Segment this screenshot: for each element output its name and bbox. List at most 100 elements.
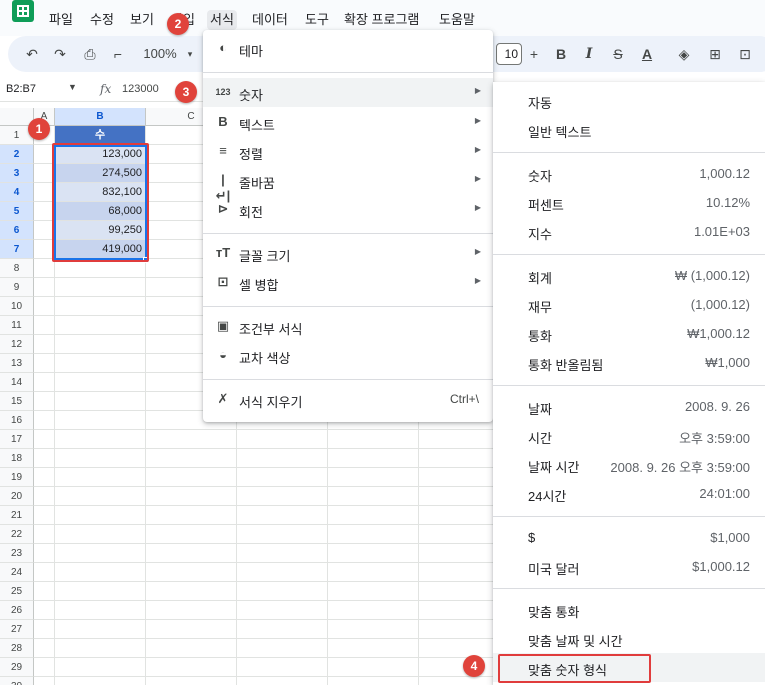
number-format-option[interactable]: 통화 반올림됨 ₩1,000 [493,348,765,377]
cell-a[interactable] [34,145,55,164]
cell-a[interactable] [34,354,55,373]
sheets-logo-icon[interactable] [12,0,34,22]
row-header[interactable]: 16 [0,411,34,430]
number-format-option[interactable]: 시간 오후 3:59:00 [493,421,765,450]
cell-d[interactable] [237,449,328,468]
number-format-option[interactable]: 24시간 24:01:00 [493,479,765,508]
cell-a[interactable] [34,544,55,563]
row-header[interactable]: 3 [0,164,34,183]
cell-d[interactable] [237,430,328,449]
cell-b[interactable] [55,620,146,639]
cell-c[interactable] [146,563,237,582]
zoom-caret-icon[interactable]: ▾ [184,44,196,64]
cell-c[interactable] [146,658,237,677]
cell-c[interactable] [146,677,237,685]
cell-c[interactable] [146,468,237,487]
number-format-option[interactable]: 자동 [493,86,765,115]
cell-c[interactable] [146,430,237,449]
name-box-caret-icon[interactable]: ▼ [68,82,77,92]
row-header[interactable]: 25 [0,582,34,601]
cell-b[interactable] [55,544,146,563]
format-menu-item[interactable]: B 텍스트 ▶ [203,108,493,137]
row-header[interactable]: 13 [0,354,34,373]
cell-d[interactable] [237,506,328,525]
cell-b[interactable] [55,259,146,278]
cell-c[interactable] [146,582,237,601]
cell-a[interactable] [34,506,55,525]
cell-c[interactable] [146,487,237,506]
cell-a[interactable] [34,202,55,221]
row-header[interactable]: 26 [0,601,34,620]
cell-a[interactable] [34,164,55,183]
cell-d[interactable] [237,582,328,601]
row-header[interactable]: 20 [0,487,34,506]
cell-a[interactable] [34,525,55,544]
cell-a[interactable] [34,677,55,685]
cell-a[interactable] [34,335,55,354]
cell-d[interactable] [237,468,328,487]
cell-e[interactable] [328,582,419,601]
merge-cells-icon[interactable]: ⊡ [736,44,754,64]
format-menu-item[interactable]: ⊳ 회전 ▶ [203,195,493,224]
row-header[interactable]: 27 [0,620,34,639]
cell-b[interactable] [55,297,146,316]
cell-e[interactable] [328,563,419,582]
cell-d[interactable] [237,677,328,685]
cell-b[interactable] [55,677,146,685]
number-format-option[interactable]: 지수 1.01E+03 [493,217,765,246]
number-format-option[interactable]: 회계 ₩ (1,000.12) [493,261,765,290]
cell-a[interactable] [34,221,55,240]
cell-b[interactable] [55,658,146,677]
cell-d[interactable] [237,601,328,620]
row-header[interactable]: 28 [0,639,34,658]
row-header[interactable]: 10 [0,297,34,316]
row-header[interactable]: 21 [0,506,34,525]
number-format-option[interactable]: 날짜 시간 2008. 9. 26 오후 3:59:00 [493,450,765,479]
cell-a[interactable] [34,487,55,506]
cell-a[interactable] [34,183,55,202]
row-header[interactable]: 14 [0,373,34,392]
number-format-option[interactable]: 미국 달러 $1,000.12 [493,552,765,581]
row-header[interactable]: 7 [0,240,34,259]
row-header[interactable]: 11 [0,316,34,335]
paint-format-icon[interactable]: ⌐ [108,44,128,64]
row-header[interactable]: 24 [0,563,34,582]
format-menu-item[interactable]: ✗ 서식 지우기 Ctrl+\ [203,385,493,414]
font-size-increase-icon[interactable]: + [524,44,544,64]
cell-c[interactable] [146,525,237,544]
cell-b-value[interactable]: 68,000 [55,202,146,221]
row-header[interactable]: 8 [0,259,34,278]
menu-edit[interactable]: 수정 [87,10,117,30]
format-menu-item[interactable]: ◒ 교차 색상 [203,341,493,370]
cell-c[interactable] [146,639,237,658]
row-header[interactable]: 2 [0,145,34,164]
cell-e[interactable] [328,544,419,563]
format-menu-item[interactable]: 123 숫자 ▶ [203,78,493,107]
cell-b[interactable] [55,373,146,392]
cell-a[interactable] [34,639,55,658]
cell-c[interactable] [146,620,237,639]
number-format-option[interactable]: 퍼센트 10.12% [493,188,765,217]
cell-a[interactable] [34,373,55,392]
zoom-select[interactable]: 100% [140,44,180,64]
text-color-button[interactable]: A [638,44,656,64]
cell-b[interactable] [55,563,146,582]
row-header[interactable]: 29 [0,658,34,677]
cell-b[interactable] [55,316,146,335]
number-format-option[interactable]: 통화 ₩1,000.12 [493,319,765,348]
cell-d[interactable] [237,544,328,563]
cell-d[interactable] [237,639,328,658]
format-menu-item[interactable]: ▣ 조건부 서식 [203,312,493,341]
number-format-option[interactable]: 맞춤 통화 [493,595,765,624]
row-header[interactable]: 5 [0,202,34,221]
borders-icon[interactable]: ⊞ [706,44,724,64]
row-header[interactable]: 22 [0,525,34,544]
cell-a[interactable] [34,658,55,677]
cell-b[interactable] [55,582,146,601]
number-format-option[interactable]: 맞춤 숫자 형식 [493,653,765,682]
cell-b[interactable] [55,506,146,525]
number-format-option[interactable]: $ $1,000 [493,523,765,552]
number-format-option[interactable]: 재무 (1,000.12) [493,290,765,319]
row-header[interactable]: 15 [0,392,34,411]
cell-b-value[interactable]: 419,000 [55,240,146,259]
